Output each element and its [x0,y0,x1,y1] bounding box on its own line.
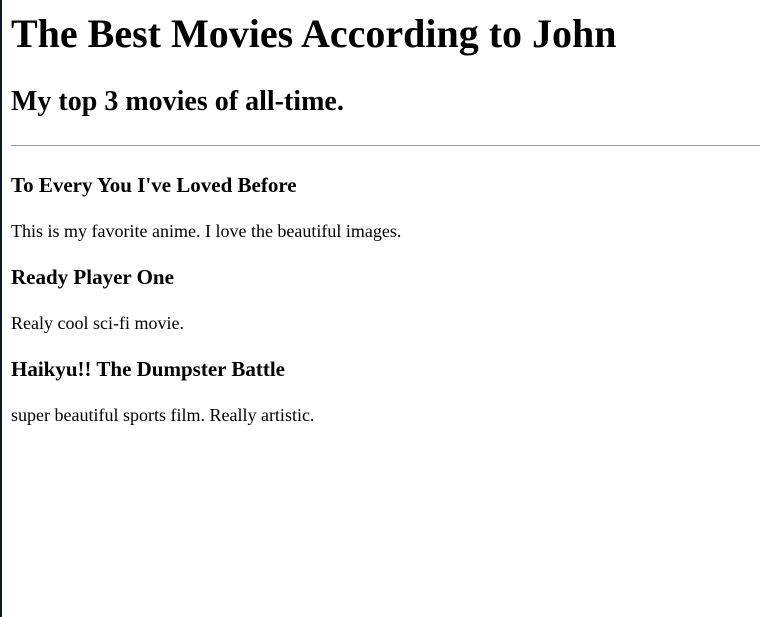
list-item: To Every You I've Loved Before This is m… [11,172,761,242]
list-item: Haikyu!! The Dumpster Battle super beaut… [11,356,761,426]
divider [11,145,760,146]
movie-description: Realy cool sci-fi movie. [11,313,184,333]
movie-description: super beautiful sports film. Really arti… [11,405,315,425]
window-left-edge [0,0,2,617]
page-title: The Best Movies According to John [11,11,617,56]
list-item: Ready Player One Realy cool sci-fi movie… [11,264,761,334]
movie-title: Haikyu!! The Dumpster Battle [11,357,285,381]
page-subtitle: My top 3 movies of all-time. [11,86,344,117]
page-content: The Best Movies According to John My top… [11,0,761,448]
movie-title: Ready Player One [11,265,174,289]
movie-list: To Every You I've Loved Before This is m… [11,172,761,426]
movie-description: This is my favorite anime. I love the be… [11,221,402,241]
movie-title: To Every You I've Loved Before [11,173,297,197]
